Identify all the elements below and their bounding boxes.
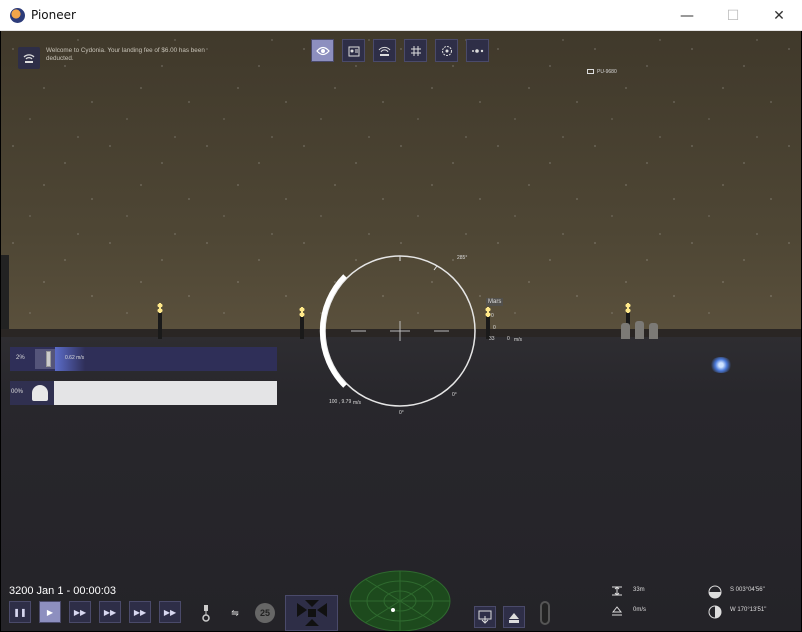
fuel-gauge-label-area: 00% bbox=[10, 381, 54, 405]
eye-icon bbox=[315, 46, 330, 55]
speed-marker: 0 bbox=[491, 313, 494, 319]
thrust-percent: 2% bbox=[16, 355, 25, 361]
thruster-control[interactable] bbox=[285, 595, 338, 631]
notification: Welcome to Cydonia. Your landing fee of … bbox=[18, 45, 238, 75]
pioneer-app-icon bbox=[10, 8, 25, 23]
launch-icon bbox=[509, 613, 519, 623]
velocity-readout: 0 bbox=[507, 336, 510, 342]
window-title: Pioneer bbox=[31, 8, 76, 22]
comms-view-button[interactable] bbox=[373, 39, 396, 62]
heading-mark: 285° bbox=[457, 255, 468, 261]
system-map-button[interactable] bbox=[435, 39, 458, 62]
thrust-gauge: 2% 0.62 m/s bbox=[10, 347, 277, 371]
speed-marker: 0 bbox=[493, 325, 496, 331]
notification-text: Welcome to Cydonia. Your landing fee of … bbox=[46, 47, 205, 62]
latitude-value: S 003°04'56" bbox=[730, 587, 765, 593]
speed-3-button[interactable]: ▶▶ bbox=[99, 601, 121, 623]
throttle-bar bbox=[46, 351, 51, 367]
fuel-gauge: 00% bbox=[10, 381, 277, 405]
longitude-value: W 170°13'51" bbox=[730, 607, 767, 613]
radio-icon bbox=[378, 46, 391, 56]
comms-icon bbox=[18, 47, 40, 69]
dock-icon bbox=[478, 610, 492, 624]
radar-scanner bbox=[349, 570, 451, 631]
building bbox=[635, 321, 644, 339]
longitude-icon bbox=[708, 605, 722, 622]
thrust-value: 0.62 m/s bbox=[65, 355, 85, 361]
flight-mode-button[interactable]: ⇋ bbox=[225, 603, 245, 623]
game-viewport[interactable]: Welcome to Cydonia. Your landing fee of … bbox=[1, 31, 801, 631]
gravity-readout: 100 , 9.79 bbox=[329, 399, 352, 405]
fuel-tank-icon bbox=[32, 385, 48, 401]
velocity-unit: m/s bbox=[514, 337, 523, 343]
altitude-value: 33m bbox=[633, 587, 645, 593]
camera-indicator: PU-9680 bbox=[587, 69, 617, 75]
altitude-icon bbox=[611, 585, 623, 600]
game-date: 3200 Jan 1 - 00:00:03 bbox=[9, 585, 117, 597]
view-eye-button[interactable] bbox=[311, 39, 334, 62]
building bbox=[649, 323, 658, 339]
close-button[interactable]: ✕ bbox=[756, 0, 802, 31]
right-mark: 0° bbox=[452, 392, 457, 398]
view-toolbar bbox=[311, 39, 489, 63]
thrusters-icon bbox=[296, 600, 327, 626]
landing-pad-beacon bbox=[709, 357, 733, 373]
speed-icon bbox=[611, 605, 623, 620]
landing-gear-button[interactable] bbox=[196, 603, 216, 623]
launch-button[interactable] bbox=[503, 606, 525, 628]
system-info-button[interactable] bbox=[466, 39, 489, 62]
planets-icon bbox=[471, 48, 483, 53]
lamp-post bbox=[157, 303, 163, 339]
throttle-slider[interactable] bbox=[540, 601, 550, 625]
latitude-icon bbox=[708, 585, 722, 602]
camera-label: PU-9680 bbox=[597, 69, 617, 75]
landing-gear-icon bbox=[202, 605, 210, 622]
speed-2-button[interactable]: ▶▶ bbox=[69, 601, 91, 623]
hover-speed-button[interactable]: 25 bbox=[255, 603, 275, 623]
grid-icon bbox=[410, 45, 421, 56]
speed-value: 0m/s bbox=[633, 607, 647, 613]
target-label[interactable]: Mars bbox=[486, 298, 504, 306]
bottom-mark: 0° bbox=[399, 410, 404, 416]
speed-4-button[interactable]: ▶▶ bbox=[129, 601, 151, 623]
minimize-button[interactable]: — bbox=[664, 0, 710, 31]
time-acceleration-controls: ❚❚ ▶ ▶▶ ▶▶ ▶▶ ▶▶ bbox=[9, 601, 181, 623]
dock-button[interactable] bbox=[474, 606, 496, 628]
gravity-unit: m/s bbox=[353, 400, 362, 406]
id-card-icon bbox=[348, 46, 359, 56]
info-view-button[interactable] bbox=[342, 39, 365, 62]
building bbox=[621, 323, 630, 339]
orbit-icon bbox=[441, 45, 452, 56]
camera-icon bbox=[587, 69, 594, 75]
maximize-button[interactable]: ☐ bbox=[710, 0, 756, 31]
pause-button[interactable]: ❚❚ bbox=[9, 601, 31, 623]
sector-map-button[interactable] bbox=[404, 39, 427, 62]
throttle-icon bbox=[35, 349, 55, 369]
play-button[interactable]: ▶ bbox=[39, 601, 61, 623]
window-titlebar: Pioneer — ☐ ✕ bbox=[0, 0, 802, 31]
altitude-readout: 33 bbox=[489, 336, 495, 342]
fuel-percent: 00% bbox=[11, 389, 24, 395]
speed-5-button[interactable]: ▶▶ bbox=[159, 601, 181, 623]
